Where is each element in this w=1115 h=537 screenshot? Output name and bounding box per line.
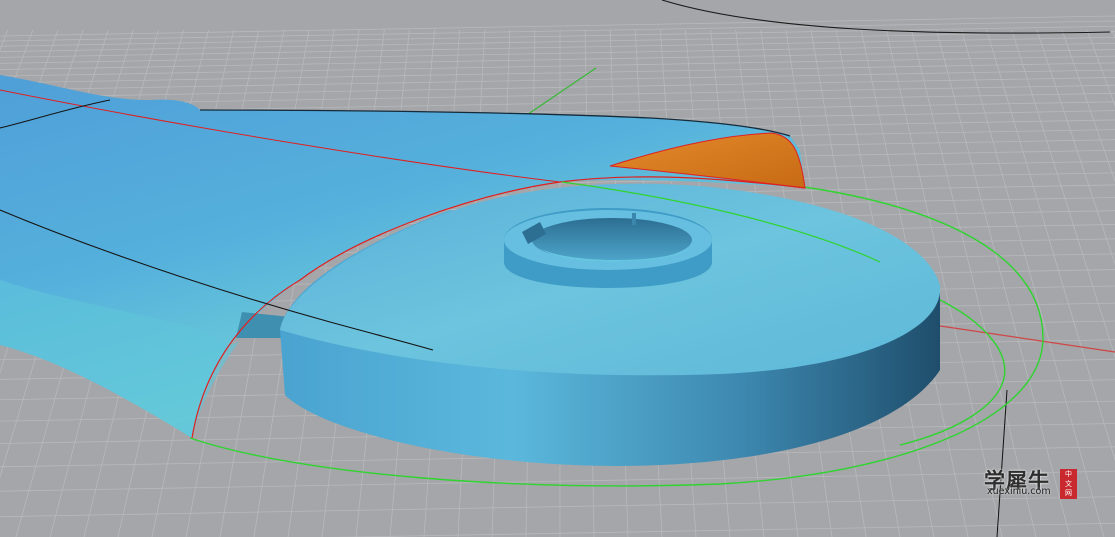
grid-line bbox=[0, 25, 1115, 47]
grid-line bbox=[0, 470, 1115, 492]
3d-viewport[interactable]: 学犀牛 xuexiniu.com 中 文 网 bbox=[0, 0, 1115, 537]
grid-line bbox=[961, 29, 1105, 537]
grid-line bbox=[0, 31, 1115, 53]
grid-line bbox=[1011, 29, 1115, 358]
grid-line bbox=[0, 49, 1115, 70]
center-boss[interactable] bbox=[504, 208, 712, 288]
grid-line bbox=[0, 496, 1115, 518]
vertical-guide-line bbox=[996, 389, 1008, 537]
boss-slot-tick bbox=[632, 213, 636, 225]
grid-line bbox=[0, 20, 1115, 42]
grid-line bbox=[1036, 29, 1115, 266]
grid-line bbox=[1086, 29, 1115, 107]
grid-line bbox=[986, 29, 1115, 462]
grid-line bbox=[330, 522, 1115, 537]
grid-line bbox=[0, 36, 1115, 58]
grid-line bbox=[936, 29, 1071, 537]
scene-canvas[interactable] bbox=[0, 0, 1115, 537]
grid-line bbox=[0, 42, 1115, 64]
grid-line bbox=[1061, 29, 1115, 183]
